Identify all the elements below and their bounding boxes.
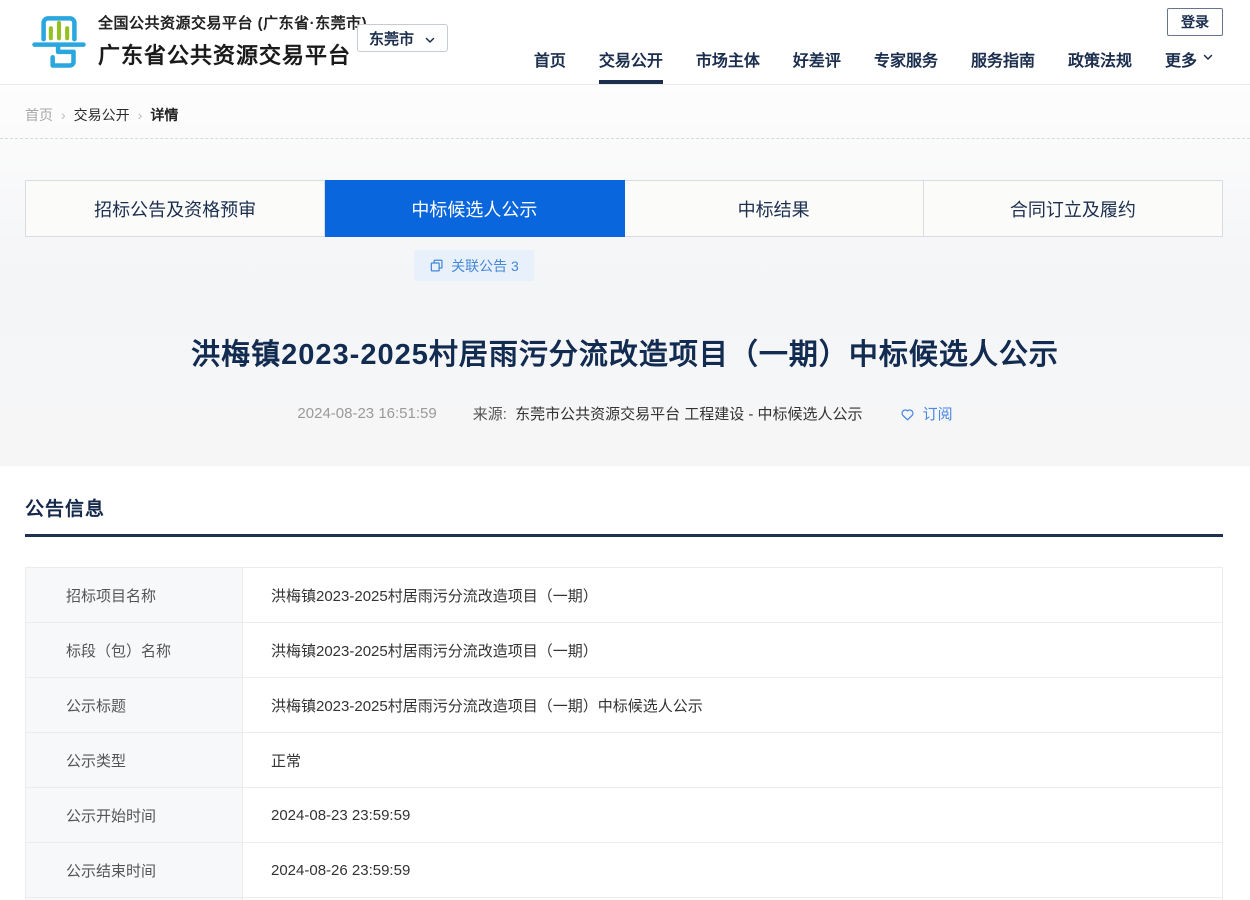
tab-winning-result[interactable]: 中标结果 xyxy=(625,180,924,237)
source-value: 东莞市公共资源交易平台 工程建设 - 中标候选人公示 xyxy=(515,406,863,423)
brand: 全国公共资源交易平台 (广东省·东莞市) 广东省公共资源交易平台 xyxy=(30,10,367,72)
tab-contract[interactable]: 合同订立及履约 xyxy=(924,180,1223,237)
related-link-icon xyxy=(429,258,444,273)
row-value: 2024-08-23 23:59:59 xyxy=(243,788,1222,842)
login-button[interactable]: 登录 xyxy=(1167,8,1223,36)
related-badge-label: 关联公告 3 xyxy=(451,256,519,276)
main-nav: 首页 交易公开 市场主体 好差评 专家服务 服务指南 政策法规 更多 xyxy=(534,47,1214,84)
subscribe-button[interactable]: 订阅 xyxy=(899,403,953,424)
guangdong-platform-logo-icon xyxy=(30,10,88,72)
table-row: 招标项目名称 洪梅镇2023-2025村居雨污分流改造项目（一期） xyxy=(26,568,1222,623)
row-label: 公示开始时间 xyxy=(26,788,243,842)
heart-icon xyxy=(899,406,916,422)
publish-time: 2024-08-23 16:51:59 xyxy=(297,405,436,422)
table-row: 公示类型 正常 xyxy=(26,733,1222,788)
table-row: 公示开始时间 2024-08-23 23:59:59 xyxy=(26,788,1222,843)
nav-item-market-entities[interactable]: 市场主体 xyxy=(696,47,760,84)
row-value: 洪梅镇2023-2025村居雨污分流改造项目（一期）中标候选人公示 xyxy=(243,678,1222,732)
nav-item-reviews[interactable]: 好差评 xyxy=(793,47,841,84)
announcement-meta: 2024-08-23 16:51:59 来源: 东莞市公共资源交易平台 工程建设… xyxy=(0,403,1250,424)
table-row: 标段（包）名称 洪梅镇2023-2025村居雨污分流改造项目（一期） xyxy=(26,623,1222,678)
source-label: 来源: xyxy=(473,406,507,423)
city-selector[interactable]: 东莞市 xyxy=(357,24,448,52)
table-row: 公示标题 洪梅镇2023-2025村居雨污分流改造项目（一期）中标候选人公示 xyxy=(26,678,1222,733)
breadcrumb-home[interactable]: 首页 xyxy=(25,105,53,125)
brand-text: 全国公共资源交易平台 (广东省·东莞市) 广东省公共资源交易平台 xyxy=(98,12,367,70)
national-platform-label: 全国公共资源交易平台 (广东省·东莞市) xyxy=(98,12,367,33)
related-announcements-badge[interactable]: 关联公告 3 xyxy=(414,250,534,281)
table-row: 公示结束时间 2024-08-26 23:59:59 xyxy=(26,843,1222,898)
announcement-info-table: 招标项目名称 洪梅镇2023-2025村居雨污分流改造项目（一期） 标段（包）名… xyxy=(25,567,1223,900)
nav-item-home[interactable]: 首页 xyxy=(534,47,566,84)
row-label: 公示标题 xyxy=(26,678,243,732)
row-value: 正常 xyxy=(243,733,1222,787)
nav-item-service-guide[interactable]: 服务指南 xyxy=(971,47,1035,84)
breadcrumb: 首页 › 交易公开 › 详情 xyxy=(0,85,1250,138)
row-label: 招标项目名称 xyxy=(26,568,243,622)
tab-winning-candidate-publicity[interactable]: 中标候选人公示 xyxy=(325,180,624,237)
banner-section: 首页 › 交易公开 › 详情 招标公告及资格预审 中标候选人公示 中标结果 合同… xyxy=(0,85,1250,466)
chevron-down-icon xyxy=(1202,51,1214,63)
dashed-divider xyxy=(0,138,1250,139)
breadcrumb-separator: › xyxy=(61,107,66,123)
badge-strip: 关联公告 3 xyxy=(0,250,1250,281)
announcement-info-section: 公告信息 招标项目名称 洪梅镇2023-2025村居雨污分流改造项目（一期） 标… xyxy=(0,466,1250,900)
stage-tabs: 招标公告及资格预审 中标候选人公示 中标结果 合同订立及履约 xyxy=(25,180,1223,237)
chevron-down-icon xyxy=(424,34,436,46)
row-value: 2024-08-26 23:59:59 xyxy=(243,843,1222,897)
source-info: 来源: 东莞市公共资源交易平台 工程建设 - 中标候选人公示 xyxy=(473,403,863,424)
nav-item-expert-services[interactable]: 专家服务 xyxy=(874,47,938,84)
announcement-title: 洪梅镇2023-2025村居雨污分流改造项目（一期）中标候选人公示 xyxy=(0,331,1250,373)
city-selector-value: 东莞市 xyxy=(369,28,414,49)
breadcrumb-separator: › xyxy=(138,107,143,123)
nav-item-policies[interactable]: 政策法规 xyxy=(1068,47,1132,84)
row-value: 洪梅镇2023-2025村居雨污分流改造项目（一期） xyxy=(243,568,1222,622)
site-header: 全国公共资源交易平台 (广东省·东莞市) 广东省公共资源交易平台 东莞市 登录 … xyxy=(0,0,1250,85)
nav-item-trade-publicity[interactable]: 交易公开 xyxy=(599,47,663,84)
row-value: 洪梅镇2023-2025村居雨污分流改造项目（一期） xyxy=(243,623,1222,677)
row-label: 公示结束时间 xyxy=(26,843,243,897)
breadcrumb-trade-publicity[interactable]: 交易公开 xyxy=(74,105,130,125)
row-label: 标段（包）名称 xyxy=(26,623,243,677)
provincial-platform-title: 广东省公共资源交易平台 xyxy=(98,38,367,70)
row-label: 公示类型 xyxy=(26,733,243,787)
breadcrumb-current-detail: 详情 xyxy=(150,105,178,125)
nav-item-more[interactable]: 更多 xyxy=(1165,47,1214,84)
subscribe-label: 订阅 xyxy=(923,403,953,424)
tab-tender-announcement[interactable]: 招标公告及资格预审 xyxy=(25,180,325,237)
section-heading: 公告信息 xyxy=(25,494,1223,537)
